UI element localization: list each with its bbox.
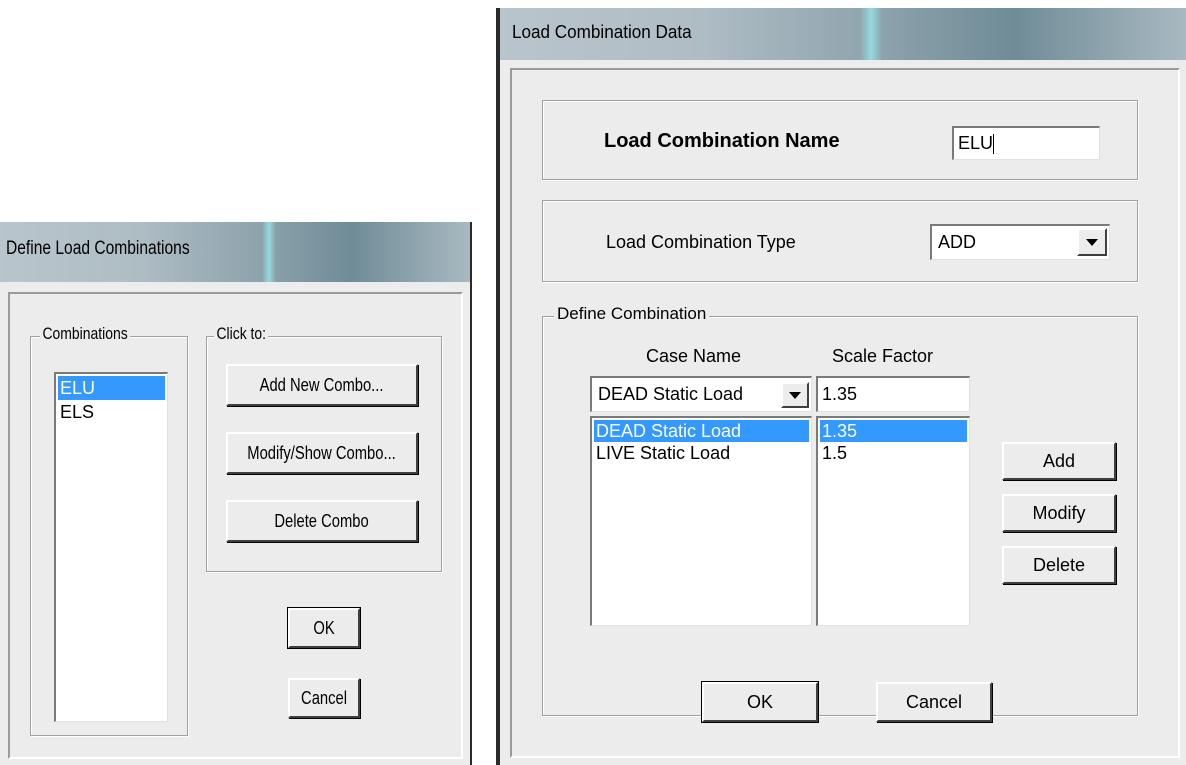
modify-case-button[interactable]: Modify — [1002, 494, 1116, 532]
define-combos-title: Define Load Combinations — [6, 238, 190, 259]
define-combos-titlebar[interactable]: Define Load Combinations — [0, 222, 470, 282]
case-name-header: Case Name — [646, 346, 742, 366]
chevron-down-icon[interactable] — [1077, 228, 1107, 256]
scale-factor-header: Scale Factor — [832, 346, 934, 366]
combinations-legend: Combinations — [40, 324, 131, 344]
factor-list-item[interactable]: 1.5 — [820, 442, 967, 464]
combo-type-label: Load Combination Type — [606, 232, 796, 252]
combination-item[interactable]: ELS — [58, 400, 165, 424]
load-combination-data-dialog: Load Combination Data Load Combination N… — [496, 8, 1186, 765]
define-load-combinations-dialog: Define Load Combinations Combinations EL… — [0, 222, 472, 765]
scale-factor-list[interactable]: 1.35 1.5 — [816, 416, 970, 626]
add-case-button[interactable]: Add — [1002, 442, 1116, 480]
factor-list-item[interactable]: 1.35 — [820, 420, 967, 442]
combo-data-client: Load Combination Name ELU Load Combinati… — [510, 68, 1180, 758]
case-list-item[interactable]: LIVE Static Load — [594, 442, 809, 464]
ok-button[interactable]: OK — [287, 607, 361, 649]
chevron-down-icon[interactable] — [781, 382, 809, 408]
modify-show-combo-button[interactable]: Modify/Show Combo... — [226, 432, 418, 474]
combination-item[interactable]: ELU — [58, 376, 165, 400]
combinations-list[interactable]: ELU ELS — [54, 372, 168, 722]
cancel-button[interactable]: Cancel — [288, 678, 360, 718]
cancel-button[interactable]: Cancel — [876, 682, 992, 722]
case-list-item[interactable]: DEAD Static Load — [594, 420, 809, 442]
combo-name-label: Load Combination Name — [604, 130, 840, 152]
scale-factor-input[interactable]: 1.35 — [816, 376, 970, 412]
define-combination-legend: Define Combination — [554, 304, 710, 324]
combo-type-select[interactable]: ADD — [930, 224, 1110, 260]
ok-button[interactable]: OK — [701, 681, 819, 723]
delete-combo-button[interactable]: Delete Combo — [226, 500, 418, 542]
combo-data-title: Load Combination Data — [512, 22, 692, 42]
case-name-select[interactable]: DEAD Static Load — [590, 376, 812, 412]
combo-name-input[interactable]: ELU — [952, 126, 1100, 160]
add-new-combo-button[interactable]: Add New Combo... — [226, 364, 418, 406]
case-name-list[interactable]: DEAD Static Load LIVE Static Load — [590, 416, 812, 626]
delete-case-button[interactable]: Delete — [1002, 546, 1116, 584]
combo-data-titlebar[interactable]: Load Combination Data — [500, 8, 1186, 60]
click-to-legend: Click to: — [214, 324, 269, 344]
define-combos-client: Combinations ELU ELS Click to: Add New C… — [8, 292, 463, 759]
